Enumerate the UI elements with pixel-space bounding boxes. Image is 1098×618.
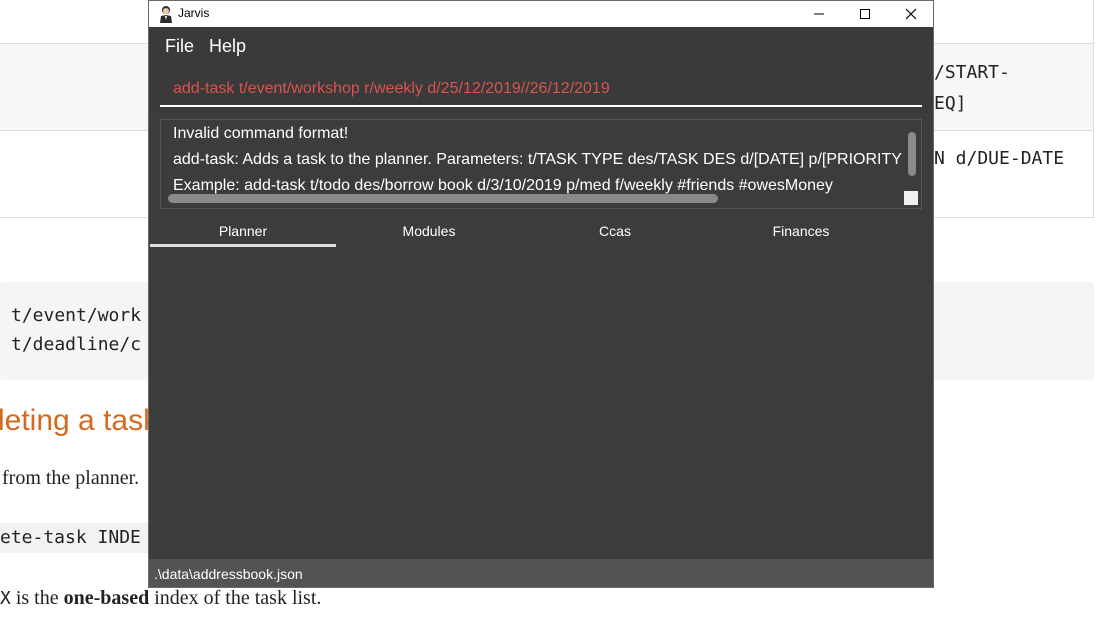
close-button[interactable] <box>888 1 934 27</box>
jarvis-window: Jarvis File Help Invalid command format!… <box>148 0 934 588</box>
save-location-text: .\data\addressbook.json <box>154 566 303 582</box>
window-title: Jarvis <box>178 6 210 20</box>
result-line: add-task: Adds a task to the planner. Pa… <box>173 151 907 168</box>
vertical-scrollbar-thumb[interactable] <box>908 132 916 176</box>
result-line: Invalid command format! <box>173 125 349 142</box>
doc-table-cell-text: EQ] <box>934 93 967 114</box>
doc-param-code: X <box>0 588 11 609</box>
minimize-button[interactable] <box>796 1 842 27</box>
tab-modules[interactable]: Modules <box>336 215 522 247</box>
doc-code-line: t/event/work <box>11 305 142 326</box>
horizontal-scrollbar-thumb[interactable] <box>168 194 718 203</box>
scroll-corner <box>904 191 918 205</box>
maximize-button[interactable] <box>842 1 888 27</box>
close-icon <box>905 8 917 20</box>
menu-file[interactable]: File <box>165 36 194 57</box>
doc-table-border <box>1093 0 1094 217</box>
doc-bold-text: one-based <box>63 587 150 609</box>
menu-bar <box>149 27 933 63</box>
doc-table-cell-text: /START- <box>934 62 1010 83</box>
tab-planner[interactable]: Planner <box>150 215 336 247</box>
doc-paragraph: from the planner. <box>2 467 140 489</box>
status-bar: .\data\addressbook.json <box>149 559 933 587</box>
title-bar[interactable]: Jarvis <box>149 1 933 27</box>
tab-ccas[interactable]: Ccas <box>522 215 708 247</box>
doc-text: index of the task list. <box>149 587 322 609</box>
doc-table-cell-text: N d/DUE-DATE <box>934 148 1065 169</box>
command-input[interactable] <box>160 73 922 107</box>
menu-help[interactable]: Help <box>209 36 246 57</box>
app-logo-icon <box>160 6 172 23</box>
maximize-icon <box>860 9 870 19</box>
minimize-icon <box>814 13 824 15</box>
tab-bar: Planner Modules Ccas Finances <box>149 215 933 247</box>
doc-inline-code: ete-task INDE <box>0 527 141 548</box>
doc-section-heading: leting a task <box>0 404 159 437</box>
doc-paragraph: X is the one-based index of the task lis… <box>0 587 321 610</box>
tab-content-panel <box>149 247 933 559</box>
tab-finances[interactable]: Finances <box>708 215 894 247</box>
doc-code-line: t/deadline/c <box>11 334 142 355</box>
doc-text: is the <box>10 587 64 609</box>
result-line: Example: add-task t/todo des/borrow book… <box>173 177 833 194</box>
result-display[interactable]: Invalid command format! add-task: Adds a… <box>160 119 922 209</box>
